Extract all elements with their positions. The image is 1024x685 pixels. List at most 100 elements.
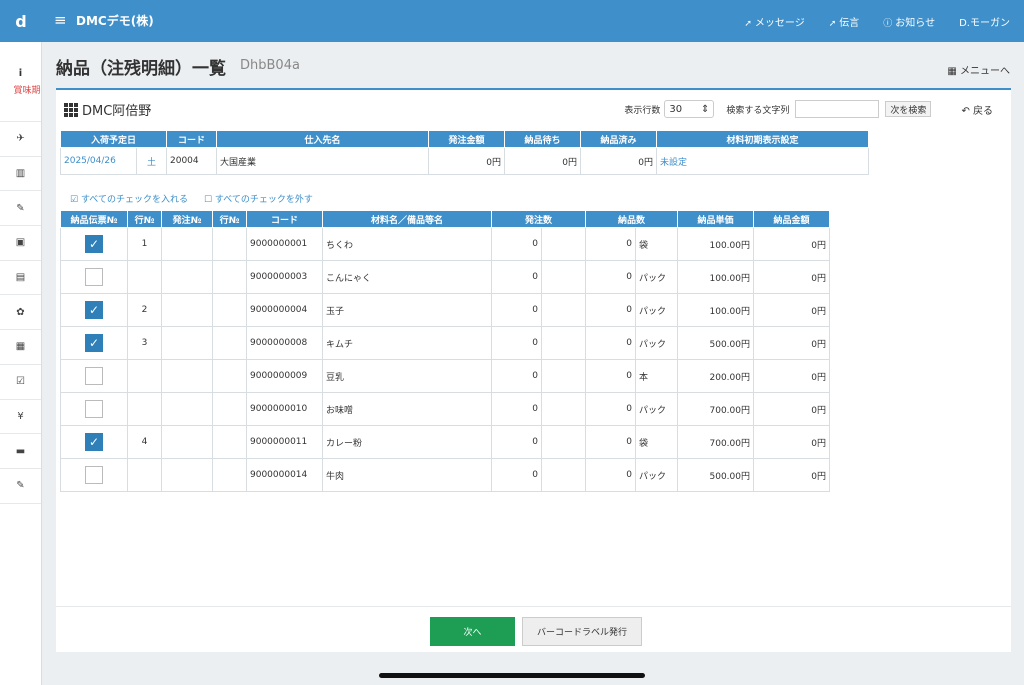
- order-unit: [541, 392, 586, 426]
- delivered-quantity-input[interactable]: 0: [585, 227, 636, 261]
- barcode-label-button[interactable]: バーコードラベル発行: [522, 617, 642, 646]
- delivered-quantity-input[interactable]: 0: [585, 260, 636, 294]
- sidebar-wrench-icon[interactable]: ✎: [0, 469, 41, 504]
- checked-box-icon: ☑: [70, 195, 81, 205]
- nav-user[interactable]: D.モーガン: [959, 14, 1010, 29]
- sidebar-calendar-icon[interactable]: ▦: [0, 330, 41, 365]
- column-header: 材料初期表示設定: [656, 130, 869, 148]
- table-row: ✓ 2 9000000004 玉子 0 0 パック 100.00円 0円: [60, 293, 830, 327]
- checkbox-cell: ✓: [60, 227, 128, 261]
- delivered-unit: パック: [635, 260, 678, 294]
- table-row: 9000000010 お味噌 0 0 パック 700.00円 0円: [60, 392, 830, 426]
- unit-price: 100.00円: [677, 260, 754, 294]
- row-checkbox[interactable]: ✓: [85, 334, 103, 352]
- column-header: 発注数: [491, 210, 586, 228]
- delivered-unit: 袋: [635, 227, 678, 261]
- search-input[interactable]: [795, 100, 880, 118]
- row-checkbox[interactable]: [85, 268, 103, 286]
- delivery-date[interactable]: 2025/04/26: [60, 147, 137, 175]
- unit-price: 100.00円: [677, 293, 754, 327]
- order-number: [161, 359, 213, 393]
- order-line: [212, 425, 247, 459]
- row-checkbox[interactable]: ✓: [85, 301, 103, 319]
- sidebar-document-icon[interactable]: ▤: [0, 261, 41, 296]
- item-code: 9000000014: [246, 458, 323, 492]
- delivered-quantity-input[interactable]: 0: [585, 458, 636, 492]
- table-row: ✓ 4 9000000011 カレー粉 0 0 袋 700.00円 0円: [60, 425, 830, 459]
- sidebar-chart-icon[interactable]: ▥: [0, 157, 41, 192]
- order-quantity: 0: [491, 458, 542, 492]
- order-number: [161, 392, 213, 426]
- delivered-quantity-input[interactable]: 0: [585, 425, 636, 459]
- sidebar-cubes-icon[interactable]: ✿: [0, 295, 41, 331]
- toolbar: 表示行数 30 ⇕ 検索する文字列 次を検索 ↶ 戻る: [624, 100, 993, 118]
- column-header: 納品金額: [753, 210, 830, 228]
- order-line: [212, 326, 247, 360]
- sidebar-send-icon[interactable]: ✈: [0, 122, 41, 157]
- sidebar-calendar-check-icon[interactable]: ☑: [0, 365, 41, 400]
- check-controls: ☑ すべてのチェックを入れる ☐ すべてのチェックを外す: [70, 192, 313, 205]
- check-all-link[interactable]: ☑ すべてのチェックを入れる: [70, 192, 188, 205]
- row-checkbox[interactable]: [85, 466, 103, 484]
- item-name: 豆乳: [322, 359, 492, 393]
- order-line: [212, 458, 247, 492]
- delivered-quantity-input[interactable]: 0: [585, 326, 636, 360]
- order-unit: [541, 227, 586, 261]
- delivered-quantity-input[interactable]: 0: [585, 392, 636, 426]
- row-checkbox[interactable]: [85, 367, 103, 385]
- order-quantity: 0: [491, 425, 542, 459]
- uncheck-all-link[interactable]: ☐ すべてのチェックを外す: [204, 192, 313, 205]
- item-code: 9000000001: [246, 227, 323, 261]
- delivered-quantity-input[interactable]: 0: [585, 293, 636, 327]
- app-logo[interactable]: d: [0, 0, 42, 42]
- order-line: [212, 359, 247, 393]
- column-header: 納品済み: [580, 130, 657, 148]
- unit-price: 200.00円: [677, 359, 754, 393]
- sidebar-box-icon[interactable]: ▣: [0, 226, 41, 261]
- item-code: 9000000009: [246, 359, 323, 393]
- menu-link[interactable]: ▦ メニューへ: [947, 62, 1010, 77]
- sidebar-item-expiry[interactable]: i 賞味期: [0, 42, 41, 122]
- table-row: 9000000003 こんにゃく 0 0 パック 100.00円 0円: [60, 260, 830, 294]
- item-code: 9000000004: [246, 293, 323, 327]
- material-setting-link[interactable]: 未設定: [656, 147, 869, 175]
- back-button[interactable]: ↶ 戻る: [961, 102, 993, 117]
- rows-per-page-select[interactable]: 30 ⇕: [664, 100, 715, 118]
- sidebar-yen-icon[interactable]: ¥: [0, 400, 41, 435]
- line-number: 2: [127, 293, 162, 327]
- detail-table: 納品伝票№ 行№ 発注№ 行№ コード 材料名／備品等名 発注数 納品数 納品単…: [60, 210, 830, 492]
- delivered-amount: 0円: [753, 227, 830, 261]
- order-number: [161, 326, 213, 360]
- column-header: 納品数: [585, 210, 678, 228]
- next-button[interactable]: 次へ: [430, 617, 515, 646]
- home-indicator: [379, 673, 645, 678]
- nav-messages[interactable]: ➚ メッセージ: [744, 14, 804, 29]
- delivered-unit: パック: [635, 293, 678, 327]
- page-code: DhbB04a: [240, 58, 300, 73]
- nav-memo[interactable]: ➚ 伝言: [829, 14, 860, 29]
- line-number: [127, 392, 162, 426]
- table-row: 9000000014 牛肉 0 0 パック 500.00円 0円: [60, 458, 830, 492]
- table-row: ✓ 1 9000000001 ちくわ 0 0 袋 100.00円 0円: [60, 227, 830, 261]
- row-checkbox[interactable]: ✓: [85, 235, 103, 253]
- column-header: 納品待ち: [504, 130, 581, 148]
- delivered-amount: 0円: [753, 260, 830, 294]
- delivered-amount: 0円: [753, 425, 830, 459]
- item-name: カレー粉: [322, 425, 492, 459]
- sidebar-edit-icon[interactable]: ✎: [0, 191, 41, 227]
- find-next-button[interactable]: 次を検索: [885, 101, 932, 117]
- item-name: こんにゃく: [322, 260, 492, 294]
- sidebar-briefcase-icon[interactable]: ▬: [0, 434, 41, 469]
- column-header: 入荷予定日: [60, 130, 167, 148]
- item-name: ちくわ: [322, 227, 492, 261]
- weekday: 土: [136, 147, 167, 175]
- paper-plane-icon: ➚: [744, 19, 752, 29]
- delivered-unit: パック: [635, 326, 678, 360]
- empty-box-icon: ☐: [203, 195, 215, 205]
- page-title: 納品（注残明細）一覧: [56, 59, 226, 79]
- nav-notices[interactable]: ⓘ お知らせ: [883, 14, 935, 29]
- hamburger-menu-icon[interactable]: ≡: [54, 11, 67, 29]
- row-checkbox[interactable]: [85, 400, 103, 418]
- delivered-quantity-input[interactable]: 0: [585, 359, 636, 393]
- row-checkbox[interactable]: ✓: [85, 433, 103, 451]
